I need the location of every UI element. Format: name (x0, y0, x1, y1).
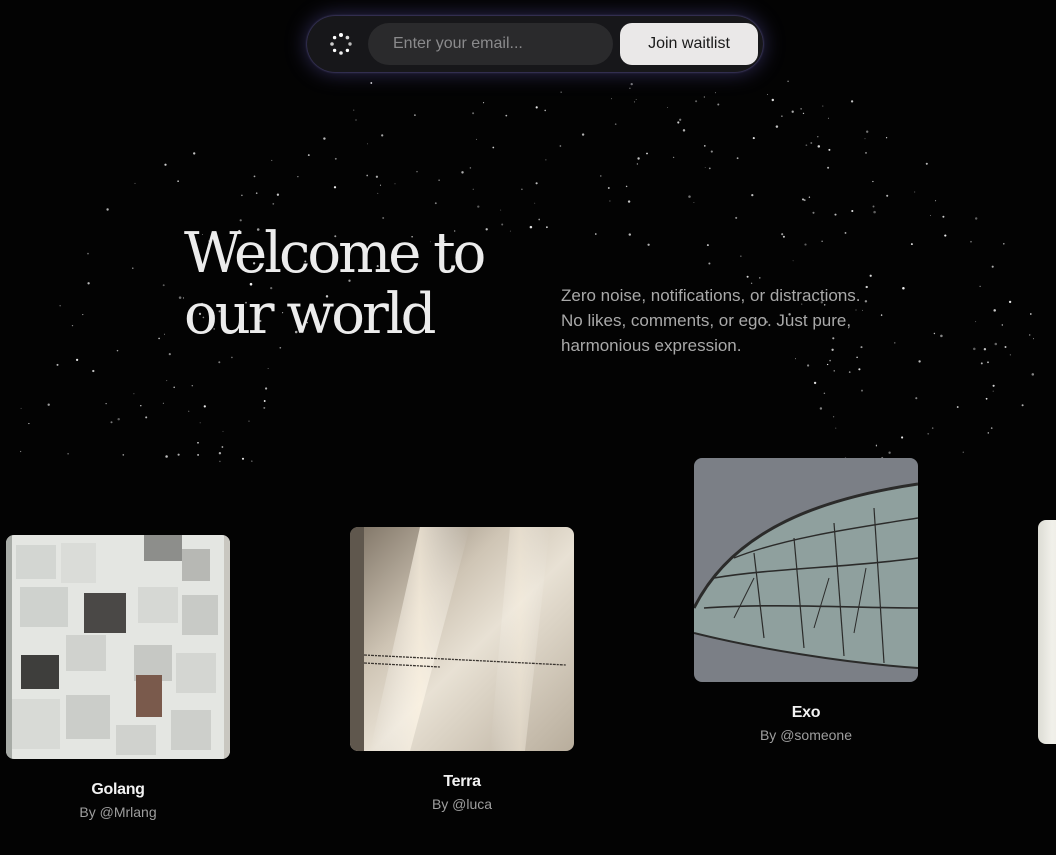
hero-title: Welcome to our world (184, 223, 524, 345)
hero-tagline: Zero noise, notifications, or distractio… (561, 283, 921, 358)
card-author: By @Mrlang (79, 804, 157, 820)
card-partial-next[interactable] (1038, 520, 1056, 744)
hero-title-line-2: our world (184, 282, 437, 347)
tagline-line-2: No likes, comments, or ego. Just pure, (561, 311, 852, 330)
join-waitlist-button[interactable]: Join waitlist (620, 23, 758, 65)
insect-wing-thumbnail (694, 458, 918, 682)
tagline-line-1: Zero noise, notifications, or distractio… (561, 286, 861, 305)
card-golang[interactable]: Golang By @Mrlang (6, 535, 230, 820)
card-author: By @someone (759, 727, 853, 743)
card-exo[interactable]: Exo By @someone (694, 458, 918, 743)
hero-title-line-1: Welcome to (184, 221, 486, 286)
collage-thumbnail (6, 535, 230, 759)
card-title: Golang (91, 781, 145, 798)
book-page-thumbnail (350, 527, 574, 751)
email-input[interactable] (368, 23, 613, 65)
card-title: Exo (791, 704, 821, 721)
card-author: By @luca (431, 796, 493, 812)
tagline-line-3: harmonious expression. (561, 336, 742, 355)
card-title: Terra (443, 773, 481, 790)
waitlist-bar: Join waitlist (307, 16, 763, 72)
card-terra[interactable]: Terra By @luca (350, 527, 574, 812)
spinner-dots-icon (330, 33, 352, 55)
